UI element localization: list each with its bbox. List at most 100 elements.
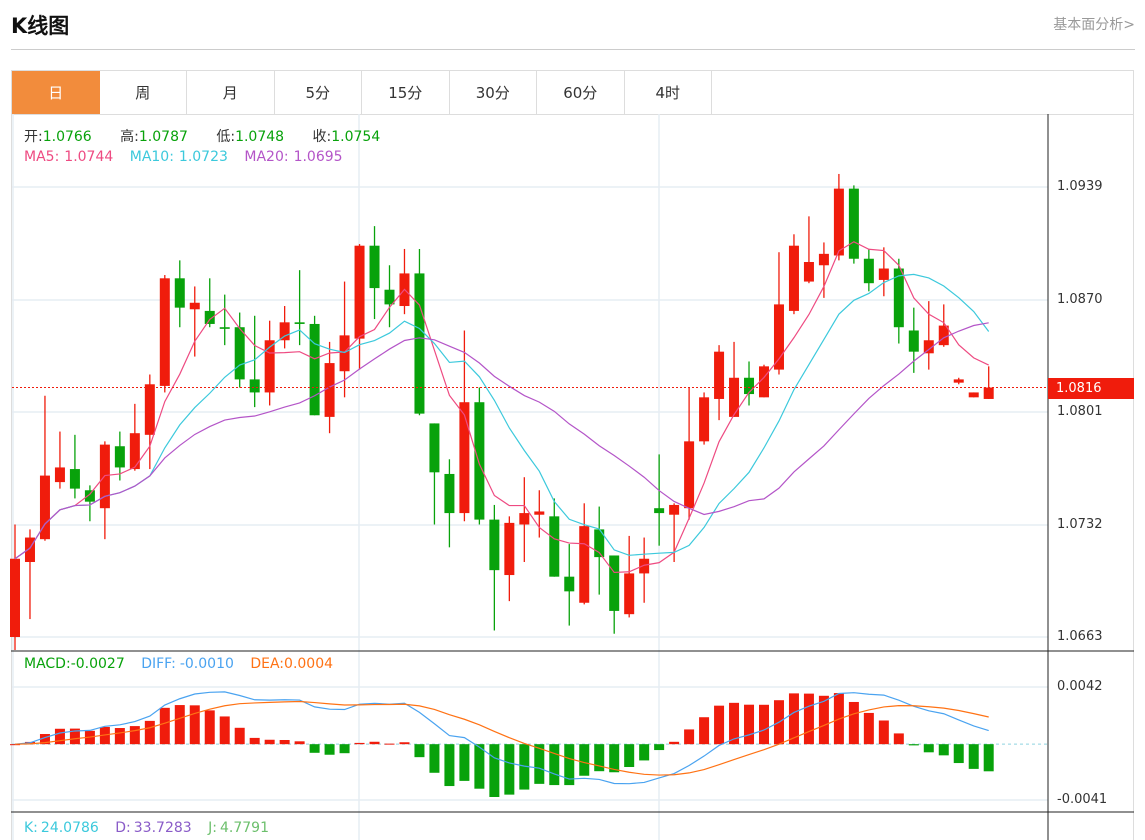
price-tick: 1.0870 bbox=[1057, 292, 1103, 307]
macd-bar bbox=[878, 720, 889, 745]
macd-bar bbox=[294, 741, 305, 745]
macd-bar bbox=[354, 742, 365, 745]
open-value: 1.0766 bbox=[42, 129, 92, 145]
macd-bar bbox=[384, 743, 395, 745]
price-tick: 1.0939 bbox=[1057, 179, 1103, 194]
macd-bar bbox=[953, 744, 964, 764]
macd-label: MACD: bbox=[24, 656, 71, 672]
d-value: 33.7283 bbox=[133, 820, 192, 836]
close-label: 收: bbox=[312, 129, 332, 145]
candle-body bbox=[84, 490, 95, 502]
candle-body bbox=[129, 433, 140, 470]
candle-body bbox=[684, 441, 695, 509]
k-label: K: bbox=[24, 820, 38, 836]
low-label: 低: bbox=[216, 129, 236, 145]
macd-bar bbox=[474, 744, 485, 789]
macd-bar bbox=[744, 704, 755, 745]
macd-bar bbox=[908, 744, 919, 746]
ma20-label: MA20: bbox=[244, 149, 289, 165]
candle-body bbox=[294, 322, 305, 324]
candle-body bbox=[609, 555, 620, 611]
candle-body bbox=[863, 258, 874, 284]
candle-body bbox=[848, 188, 859, 259]
candle-body bbox=[953, 379, 964, 383]
candle-body bbox=[639, 558, 650, 574]
candle-body bbox=[159, 278, 170, 386]
diff-value: -0.0010 bbox=[179, 656, 234, 672]
macd-bar bbox=[504, 744, 515, 795]
ma10-value: 1.0723 bbox=[178, 149, 228, 165]
candle-body bbox=[144, 384, 155, 435]
k-value: 24.0786 bbox=[40, 820, 99, 836]
macd-bar bbox=[339, 744, 350, 754]
candle-body bbox=[759, 366, 769, 398]
candle-body bbox=[534, 511, 545, 515]
macd-bar bbox=[399, 742, 410, 745]
ma20-value: 1.0695 bbox=[293, 149, 343, 165]
macd-bar bbox=[444, 744, 455, 787]
candle-body bbox=[234, 327, 245, 380]
low-value: 1.0748 bbox=[235, 129, 285, 145]
candle-body bbox=[429, 423, 440, 473]
macd-info: MACD:-0.0027 DIFF: -0.0010 DEA:0.0004 bbox=[24, 656, 345, 672]
macd-value: -0.0027 bbox=[70, 656, 125, 672]
candle-body bbox=[504, 522, 515, 576]
macd-bar bbox=[189, 705, 200, 745]
candle-body bbox=[489, 519, 500, 571]
macd-bar bbox=[639, 744, 650, 761]
candle-body bbox=[279, 322, 290, 341]
candle-body bbox=[69, 469, 80, 489]
kdj-info: K: 24.0786 D: 33.7283 J: 4.7791 bbox=[24, 820, 281, 836]
macd-bar bbox=[279, 739, 290, 745]
candle-body bbox=[264, 340, 275, 393]
macd-bar bbox=[938, 744, 949, 756]
candle-body bbox=[174, 278, 185, 308]
macd-bar bbox=[489, 744, 500, 798]
candle-body bbox=[474, 402, 485, 520]
macd-bar bbox=[714, 705, 725, 745]
candle-body bbox=[579, 526, 590, 603]
macd-bar bbox=[249, 737, 260, 745]
candle-body bbox=[729, 377, 740, 417]
macd-bar bbox=[324, 744, 335, 755]
candle-body bbox=[908, 330, 919, 352]
candle-body bbox=[654, 508, 665, 514]
candle-body bbox=[459, 402, 470, 514]
candle-body bbox=[983, 387, 994, 399]
macd-tick: 0.0042 bbox=[1057, 679, 1103, 694]
macd-bar bbox=[159, 707, 170, 745]
candle-body bbox=[384, 289, 395, 305]
ma5-label: MA5: bbox=[24, 149, 60, 165]
candle-body bbox=[773, 304, 784, 370]
macd-bar bbox=[204, 710, 215, 745]
d-label: D: bbox=[115, 820, 131, 836]
candle-body bbox=[309, 323, 320, 416]
j-value: 4.7791 bbox=[219, 820, 269, 836]
macd-bar bbox=[129, 726, 140, 745]
macd-bar bbox=[309, 744, 320, 753]
macd-bar bbox=[848, 701, 859, 745]
macd-bar bbox=[144, 720, 155, 745]
candle-body bbox=[444, 473, 455, 514]
price-tick: 1.0732 bbox=[1057, 517, 1103, 532]
macd-bar bbox=[654, 744, 665, 751]
candle-body bbox=[833, 188, 844, 256]
candle-body bbox=[624, 573, 635, 615]
candle-body bbox=[24, 537, 35, 562]
ma10-label: MA10: bbox=[129, 149, 174, 165]
candle-body bbox=[54, 467, 65, 483]
candle-body bbox=[369, 245, 380, 289]
candle-body bbox=[878, 268, 889, 280]
macd-bar bbox=[893, 733, 904, 745]
macd-bar bbox=[983, 744, 994, 772]
macd-bar bbox=[803, 693, 814, 745]
candle-body bbox=[714, 351, 725, 399]
candle-body bbox=[114, 446, 125, 468]
ma-info: MA5: 1.0744 MA10: 1.0723 MA20: 1.0695 bbox=[24, 149, 355, 165]
price-tick: 1.0801 bbox=[1057, 404, 1103, 419]
candle-body bbox=[219, 327, 230, 329]
macd-tick: -0.0041 bbox=[1057, 792, 1108, 807]
candle-body bbox=[354, 245, 365, 339]
candle-body bbox=[414, 273, 425, 414]
ma5-value: 1.0744 bbox=[64, 149, 114, 165]
